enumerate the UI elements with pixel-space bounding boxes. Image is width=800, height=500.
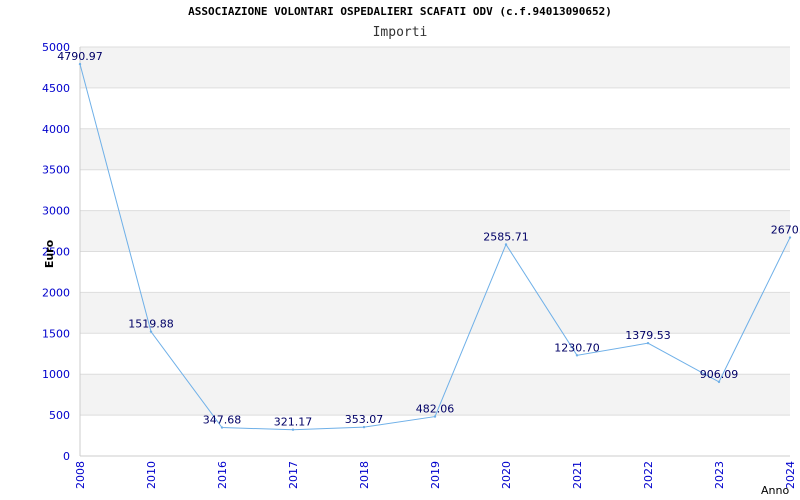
y-tick-label: 2000 <box>42 286 70 299</box>
x-axis-label: Anno <box>761 484 789 497</box>
x-tick-label: 2008 <box>74 461 87 489</box>
grid-band <box>80 128 790 170</box>
grid-band <box>80 210 790 252</box>
data-label: 347.68 <box>203 414 242 427</box>
y-tick-label: 500 <box>49 409 70 422</box>
data-label: 353.07 <box>345 413 384 426</box>
y-axis-label: Euro <box>43 239 56 268</box>
data-point <box>504 243 508 246</box>
data-point <box>291 428 295 431</box>
x-tick-label: 2023 <box>713 461 726 489</box>
x-tick-label: 2010 <box>145 461 158 489</box>
y-tick-label: 1000 <box>42 368 70 381</box>
data-point <box>646 341 650 345</box>
data-label: 482.06 <box>416 403 455 416</box>
data-point <box>149 330 153 333</box>
data-label: 4790.97 <box>57 50 103 63</box>
data-label: 906.09 <box>700 368 739 381</box>
data-label: 2670.5 <box>771 224 800 237</box>
x-tick-label: 2016 <box>216 461 229 489</box>
x-tick-label: 2022 <box>642 461 655 489</box>
data-point <box>575 354 579 357</box>
y-tick-label: 1500 <box>42 327 70 340</box>
data-label: 1379.53 <box>625 329 671 342</box>
y-tick-label: 4000 <box>42 123 70 136</box>
x-tick-label: 2019 <box>429 461 442 489</box>
grid-band <box>80 292 790 334</box>
data-point <box>220 426 224 429</box>
plot-area: 0500100015002000250030003500400045005000… <box>42 41 800 497</box>
y-tick-label: 3500 <box>42 164 70 177</box>
data-point <box>788 236 792 239</box>
y-tick-label: 0 <box>63 450 70 463</box>
grid-band <box>80 47 790 88</box>
data-label: 2585.71 <box>483 230 529 243</box>
y-tick-label: 4500 <box>42 82 70 95</box>
chart: ASSOCIAZIONE VOLONTARI OSPEDALIERI SCAFA… <box>0 0 800 500</box>
data-label: 1230.70 <box>554 341 600 354</box>
data-label: 1519.88 <box>128 318 174 331</box>
x-tick-label: 2020 <box>500 461 513 489</box>
data-point <box>362 425 366 429</box>
data-point <box>78 62 82 66</box>
data-label: 321.17 <box>274 416 313 429</box>
y-tick-label: 3000 <box>42 205 70 218</box>
data-point <box>717 380 721 384</box>
x-tick-label: 2018 <box>358 461 371 489</box>
x-tick-label: 2021 <box>571 461 584 489</box>
data-point <box>433 415 437 418</box>
x-tick-label: 2017 <box>287 461 300 489</box>
